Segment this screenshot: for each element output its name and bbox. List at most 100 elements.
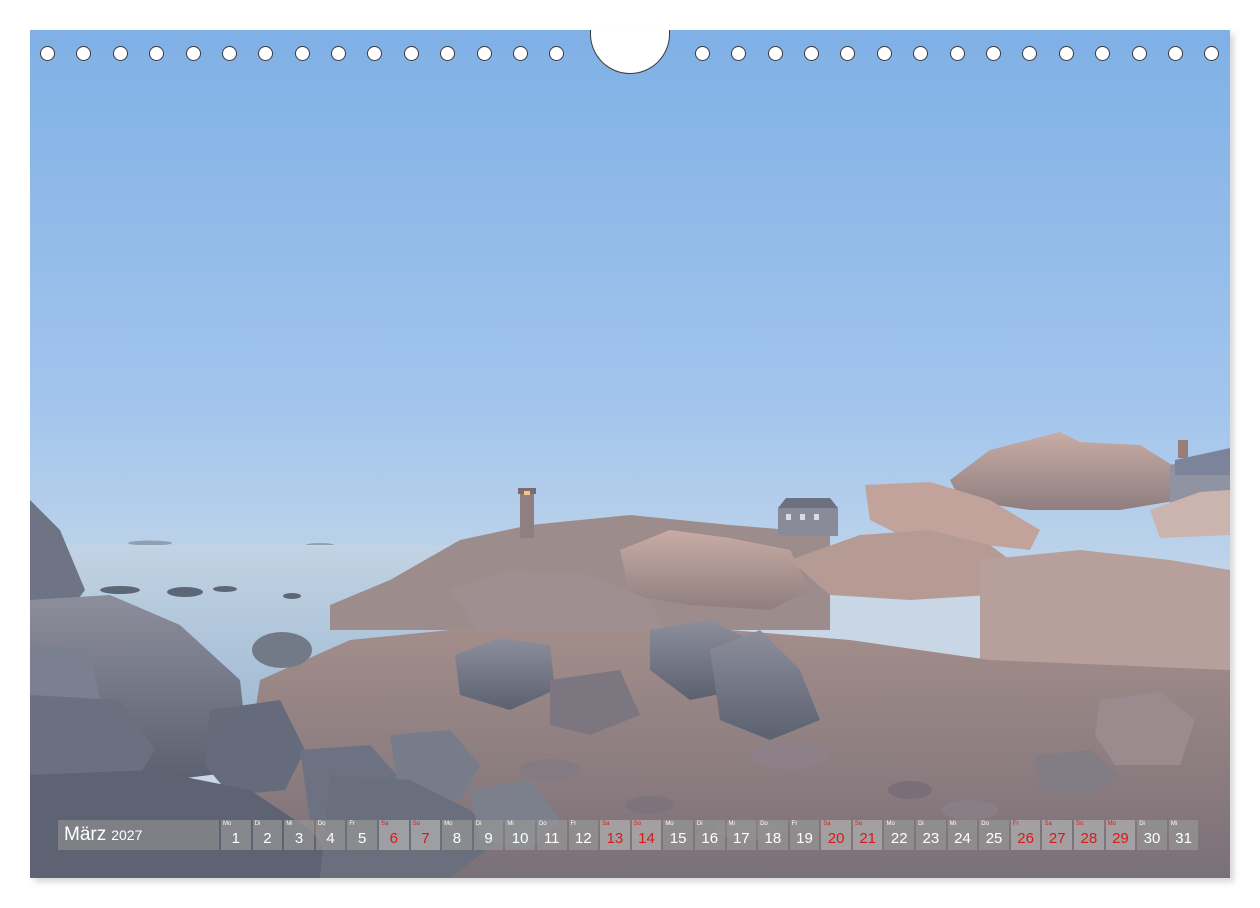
- weekday-abbr: Mo: [665, 821, 674, 827]
- weekday-abbr: Fr: [570, 821, 577, 827]
- day-cell: Di 23: [916, 820, 946, 850]
- day-number: 1: [231, 830, 240, 847]
- month-year: 2027: [111, 827, 143, 843]
- day-cell: So 28: [1074, 820, 1104, 850]
- weekday-abbr: Do: [981, 821, 989, 827]
- weekday-abbr: Mo: [223, 821, 232, 827]
- weekday-abbr: So: [633, 821, 642, 827]
- day-number: 27: [1048, 830, 1066, 847]
- binding-hole: [913, 46, 928, 61]
- day-cell: Sa 6: [378, 820, 409, 850]
- weekday-abbr: Mi: [1170, 821, 1178, 827]
- day-cell: Mo 1: [221, 820, 251, 850]
- day-number: 28: [1080, 830, 1098, 847]
- day-cell: Do 18: [758, 820, 788, 850]
- weekday-abbr: Fr: [1012, 821, 1019, 827]
- binding-hole: [1022, 46, 1037, 61]
- weekday-abbr: So: [1076, 821, 1084, 827]
- weekday-abbr: Mo: [444, 821, 453, 827]
- binding-hole: [877, 46, 892, 61]
- weekday-abbr: Mo: [1107, 821, 1116, 827]
- day-number: 4: [326, 830, 335, 847]
- day-number: 10: [511, 830, 529, 847]
- day-cell: Mi 3: [284, 820, 314, 850]
- day-cell: Mo 15: [663, 820, 693, 850]
- day-number: 20: [827, 830, 845, 847]
- binding-hole: [768, 46, 783, 61]
- day-number: 22: [890, 830, 908, 847]
- binding-hole: [40, 46, 55, 61]
- binding-hole: [367, 46, 382, 61]
- binding-hole: [331, 46, 346, 61]
- day-cell: Mi 31: [1168, 820, 1199, 850]
- day-number: 21: [859, 830, 877, 847]
- binding-hole: [1095, 46, 1110, 61]
- day-cell: So 21: [852, 820, 883, 850]
- binding-hole: [804, 46, 819, 61]
- day-cell: Mi 10: [505, 820, 535, 850]
- weekday-abbr: Do: [538, 821, 547, 827]
- day-number: 16: [701, 830, 719, 847]
- binding-hole: [113, 46, 128, 61]
- binding-hole: [404, 46, 419, 61]
- weekday-abbr: Fr: [349, 821, 356, 827]
- day-cell: Mo 22: [884, 820, 915, 850]
- calendar-page: März 2027 Mo 1 Di 2 Mi 3 Do 4 Fr 5 Sa 6 So 7 Mo 8 Di 9 Mi 1…: [0, 0, 1260, 908]
- binding-hole: [258, 46, 273, 61]
- binding-hole: [1132, 46, 1147, 61]
- day-number: 9: [484, 830, 493, 847]
- day-number: 29: [1112, 830, 1129, 847]
- day-cell: So 14: [631, 820, 662, 850]
- month-name: März: [64, 824, 107, 845]
- weekday-abbr: Di: [696, 821, 703, 827]
- day-cells: Mo 1 Di 2 Mi 3 Do 4 Fr 5 Sa 6 So 7 Mo 8 Di 9 Mi 10 Do 11 Fr 12 S…: [221, 820, 1200, 850]
- binding-hole: [840, 46, 855, 61]
- weekday-abbr: Mi: [728, 821, 735, 827]
- day-cell: Di 2: [252, 820, 283, 850]
- weekday-abbr: Sa: [380, 821, 389, 827]
- binding-hole: [513, 46, 528, 61]
- binding-hole: [1204, 46, 1219, 61]
- weekday-abbr: Di: [475, 821, 482, 827]
- weekday-abbr: Mi: [286, 821, 293, 827]
- day-number: 15: [669, 830, 687, 847]
- day-cell: Fr 26: [1010, 820, 1041, 850]
- day-cell: Do 4: [315, 820, 346, 850]
- day-number: 23: [922, 830, 940, 847]
- binding-hole: [950, 46, 965, 61]
- binding-hole: [76, 46, 91, 61]
- binding-hole: [440, 46, 455, 61]
- binding-hole: [1059, 46, 1074, 61]
- landscape-image: [30, 30, 1230, 878]
- day-number: 18: [764, 830, 782, 847]
- weekday-abbr: So: [412, 821, 420, 827]
- weekday-abbr: Do: [760, 821, 768, 827]
- coastal-photo: [30, 30, 1230, 878]
- day-number: 7: [421, 830, 430, 847]
- binding-hole: [695, 46, 710, 61]
- weekday-abbr: Sa: [602, 821, 610, 827]
- binding-hole: [186, 46, 201, 61]
- day-number: 14: [638, 830, 655, 847]
- day-number: 25: [985, 830, 1003, 847]
- weekday-abbr: Mi: [949, 821, 956, 827]
- day-number: 12: [574, 830, 592, 847]
- day-number: 31: [1175, 830, 1192, 847]
- day-cell: Mo 29: [1105, 820, 1136, 850]
- day-number: 2: [263, 830, 272, 847]
- day-cell: Di 30: [1137, 820, 1167, 850]
- calendar-strip: März 2027 Mo 1 Di 2 Mi 3 Do 4 Fr 5 Sa 6 So 7 Mo 8 Di 9 Mi 1…: [58, 820, 1200, 850]
- weekday-abbr: Di: [254, 821, 261, 827]
- day-cell: So 7: [410, 820, 441, 850]
- day-number: 17: [732, 830, 750, 847]
- day-cell: Sa 13: [600, 820, 630, 850]
- day-number: 5: [358, 830, 367, 847]
- weekday-abbr: Mo: [886, 821, 895, 827]
- day-cell: Sa 27: [1042, 820, 1073, 850]
- day-number: 3: [294, 830, 304, 847]
- weekday-abbr: Sa: [1044, 821, 1052, 827]
- day-cell: Mi 24: [947, 820, 978, 850]
- weekday-abbr: Di: [918, 821, 924, 827]
- day-number: 26: [1017, 830, 1034, 847]
- day-number: 8: [452, 830, 462, 847]
